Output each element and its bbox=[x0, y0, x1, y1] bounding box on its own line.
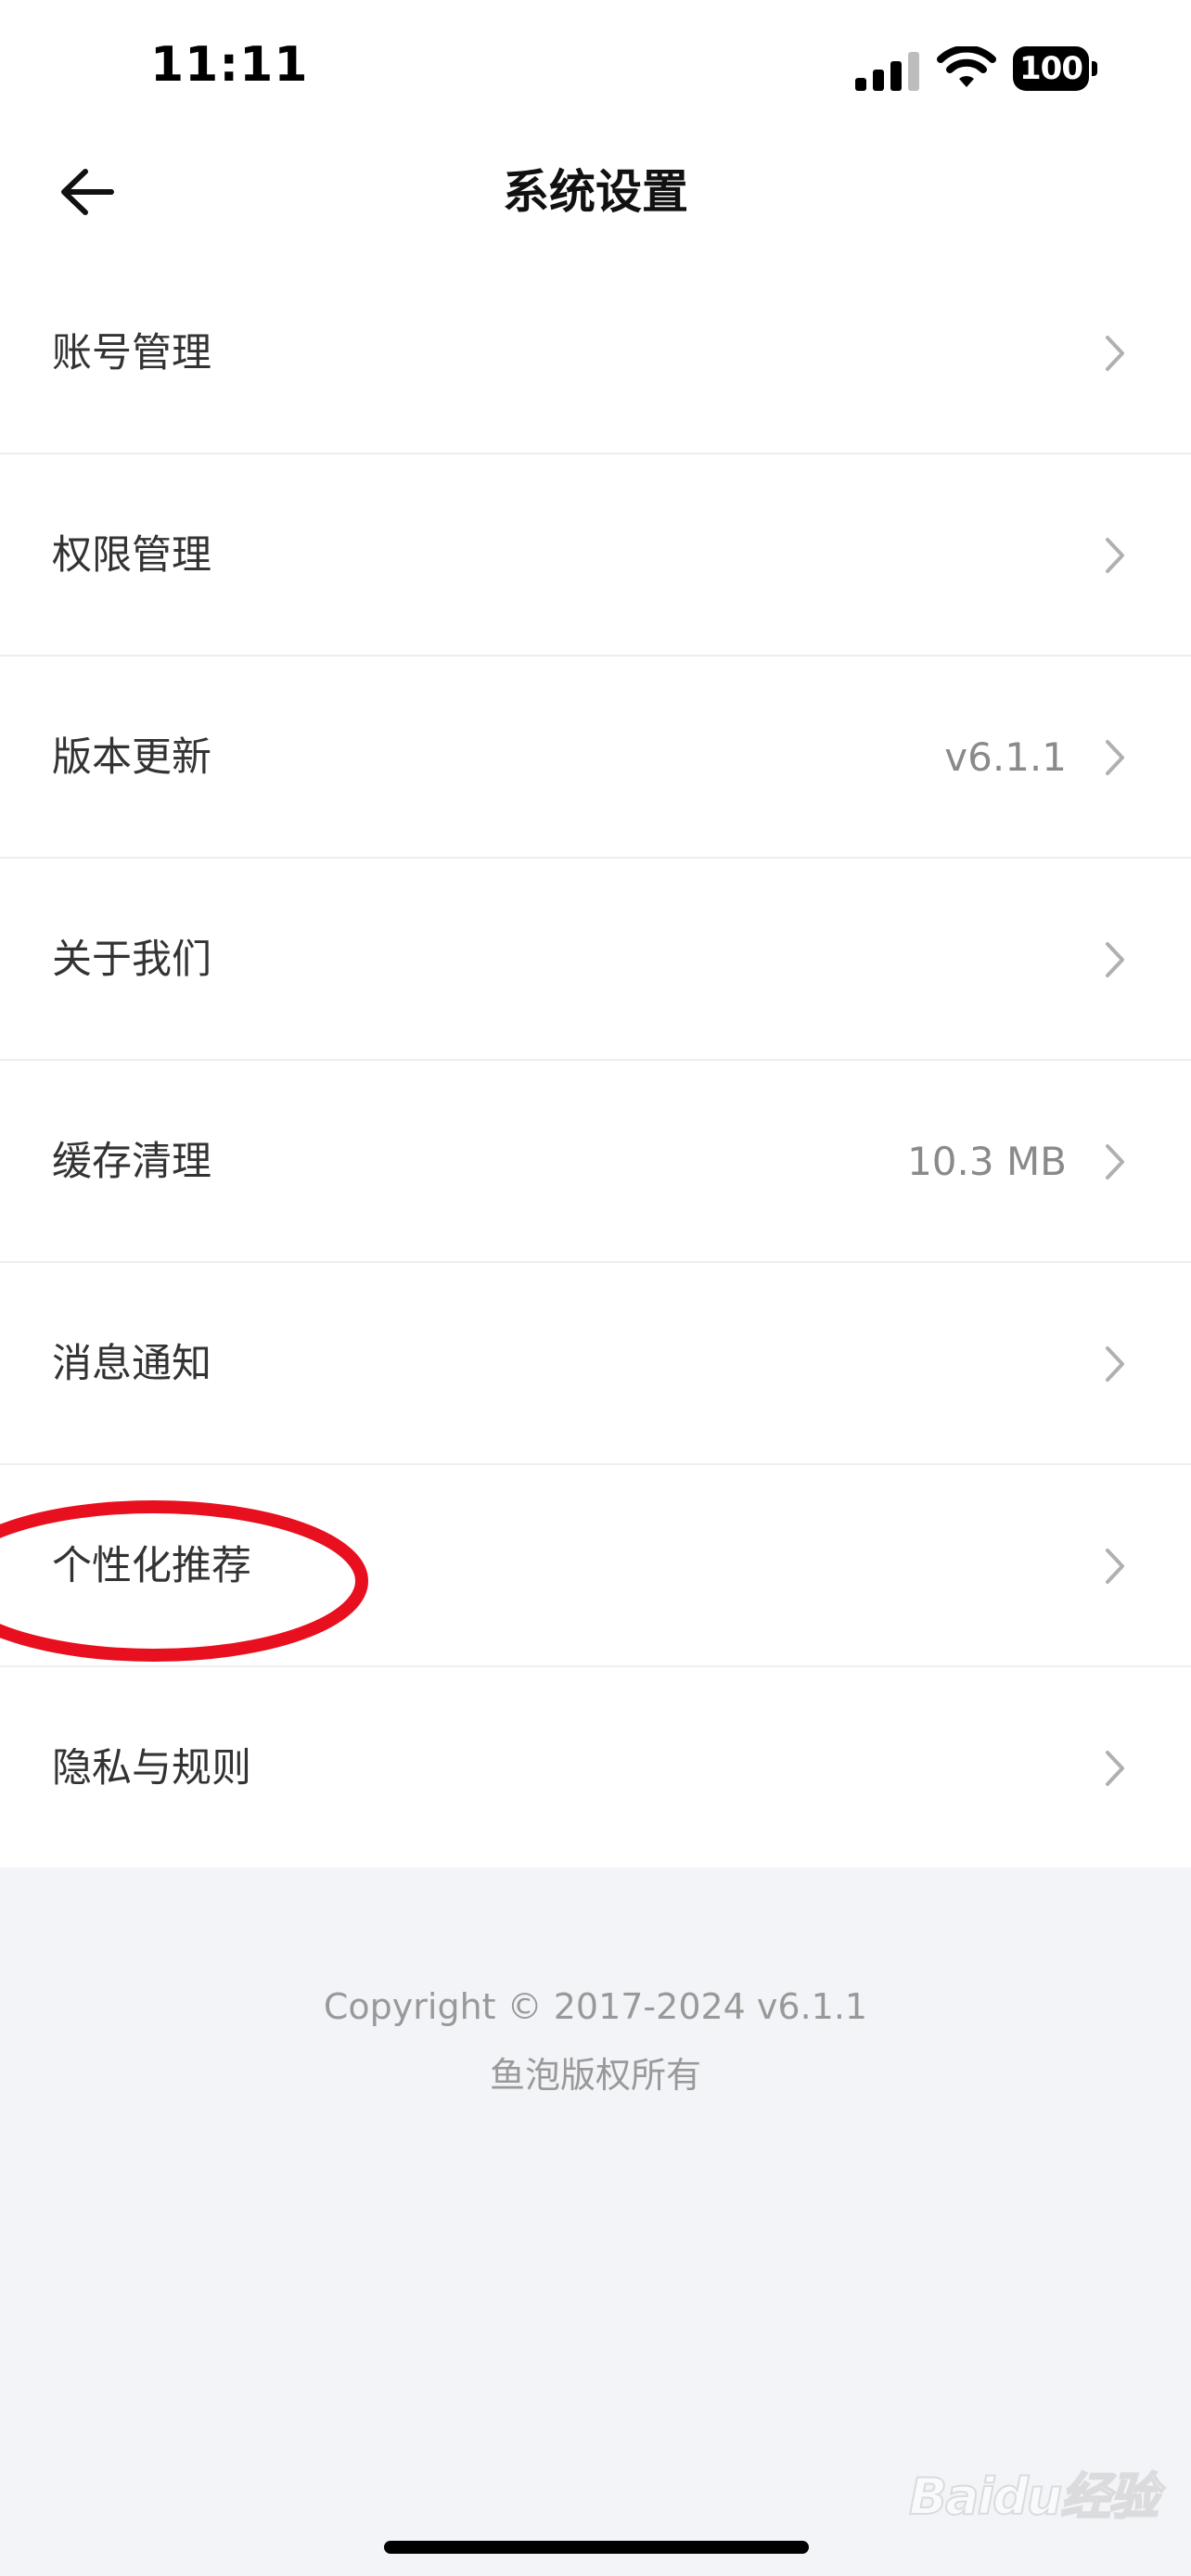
footer: Copyright © 2017-2024 v6.1.1 鱼泡版权所有 bbox=[0, 1975, 1191, 2103]
settings-item-label: 缓存清理 bbox=[52, 1139, 211, 1185]
copyright-text: Copyright © 2017-2024 v6.1.1 bbox=[323, 1986, 868, 2027]
settings-item-label: 个性化推荐 bbox=[52, 1543, 251, 1589]
chevron-right-icon bbox=[1106, 1346, 1124, 1382]
battery-indicator: 100 bbox=[1013, 46, 1098, 91]
back-arrow-icon[interactable] bbox=[46, 159, 130, 224]
baidu-watermark: Baidu经验 bbox=[908, 2439, 1159, 2531]
settings-item-account[interactable]: 账号管理 bbox=[0, 252, 1191, 454]
settings-item-label: 版本更新 bbox=[52, 734, 211, 781]
chevron-right-icon bbox=[1106, 336, 1124, 371]
navigation-header: 系统设置 bbox=[0, 139, 1191, 250]
settings-item-notifications[interactable]: 消息通知 bbox=[0, 1263, 1191, 1465]
chevron-right-icon bbox=[1106, 538, 1124, 573]
version-value: v6.1.1 bbox=[944, 734, 1067, 780]
wifi-icon bbox=[937, 46, 996, 87]
status-bar: 11:11 100 bbox=[0, 0, 1191, 139]
settings-item-version-update[interactable]: 版本更新 v6.1.1 bbox=[0, 657, 1191, 859]
settings-item-label: 权限管理 bbox=[52, 532, 211, 579]
battery-level: 100 bbox=[1013, 46, 1089, 91]
chevron-right-icon bbox=[1106, 1144, 1124, 1180]
status-time: 11:11 bbox=[150, 37, 309, 93]
settings-item-label: 关于我们 bbox=[52, 937, 211, 983]
settings-item-permissions[interactable]: 权限管理 bbox=[0, 454, 1191, 657]
settings-item-label: 账号管理 bbox=[52, 330, 211, 376]
settings-item-about-us[interactable]: 关于我们 bbox=[0, 859, 1191, 1061]
watermark-text: Baidu经验 bbox=[908, 2467, 1159, 2527]
chevron-right-icon bbox=[1106, 1549, 1124, 1584]
home-indicator[interactable] bbox=[384, 2541, 809, 2554]
battery-cap bbox=[1092, 61, 1097, 76]
settings-list: 账号管理 权限管理 版本更新 v6.1.1 关于我们 缓存清理 10.3 MB … bbox=[0, 252, 1191, 1868]
settings-item-label: 隐私与规则 bbox=[52, 1745, 251, 1792]
cache-size-value: 10.3 MB bbox=[907, 1139, 1067, 1184]
owner-text: 鱼泡版权所有 bbox=[489, 2055, 701, 2096]
settings-item-clear-cache[interactable]: 缓存清理 10.3 MB bbox=[0, 1061, 1191, 1263]
chevron-right-icon bbox=[1106, 740, 1124, 775]
chevron-right-icon bbox=[1106, 1751, 1124, 1786]
cellular-signal-icon bbox=[855, 52, 919, 91]
settings-item-label: 消息通知 bbox=[52, 1341, 211, 1387]
chevron-right-icon bbox=[1106, 942, 1124, 977]
page-title: 系统设置 bbox=[503, 165, 688, 219]
settings-item-privacy-rules[interactable]: 隐私与规则 bbox=[0, 1667, 1191, 1868]
settings-item-personalized-recommendation[interactable]: 个性化推荐 bbox=[0, 1465, 1191, 1667]
